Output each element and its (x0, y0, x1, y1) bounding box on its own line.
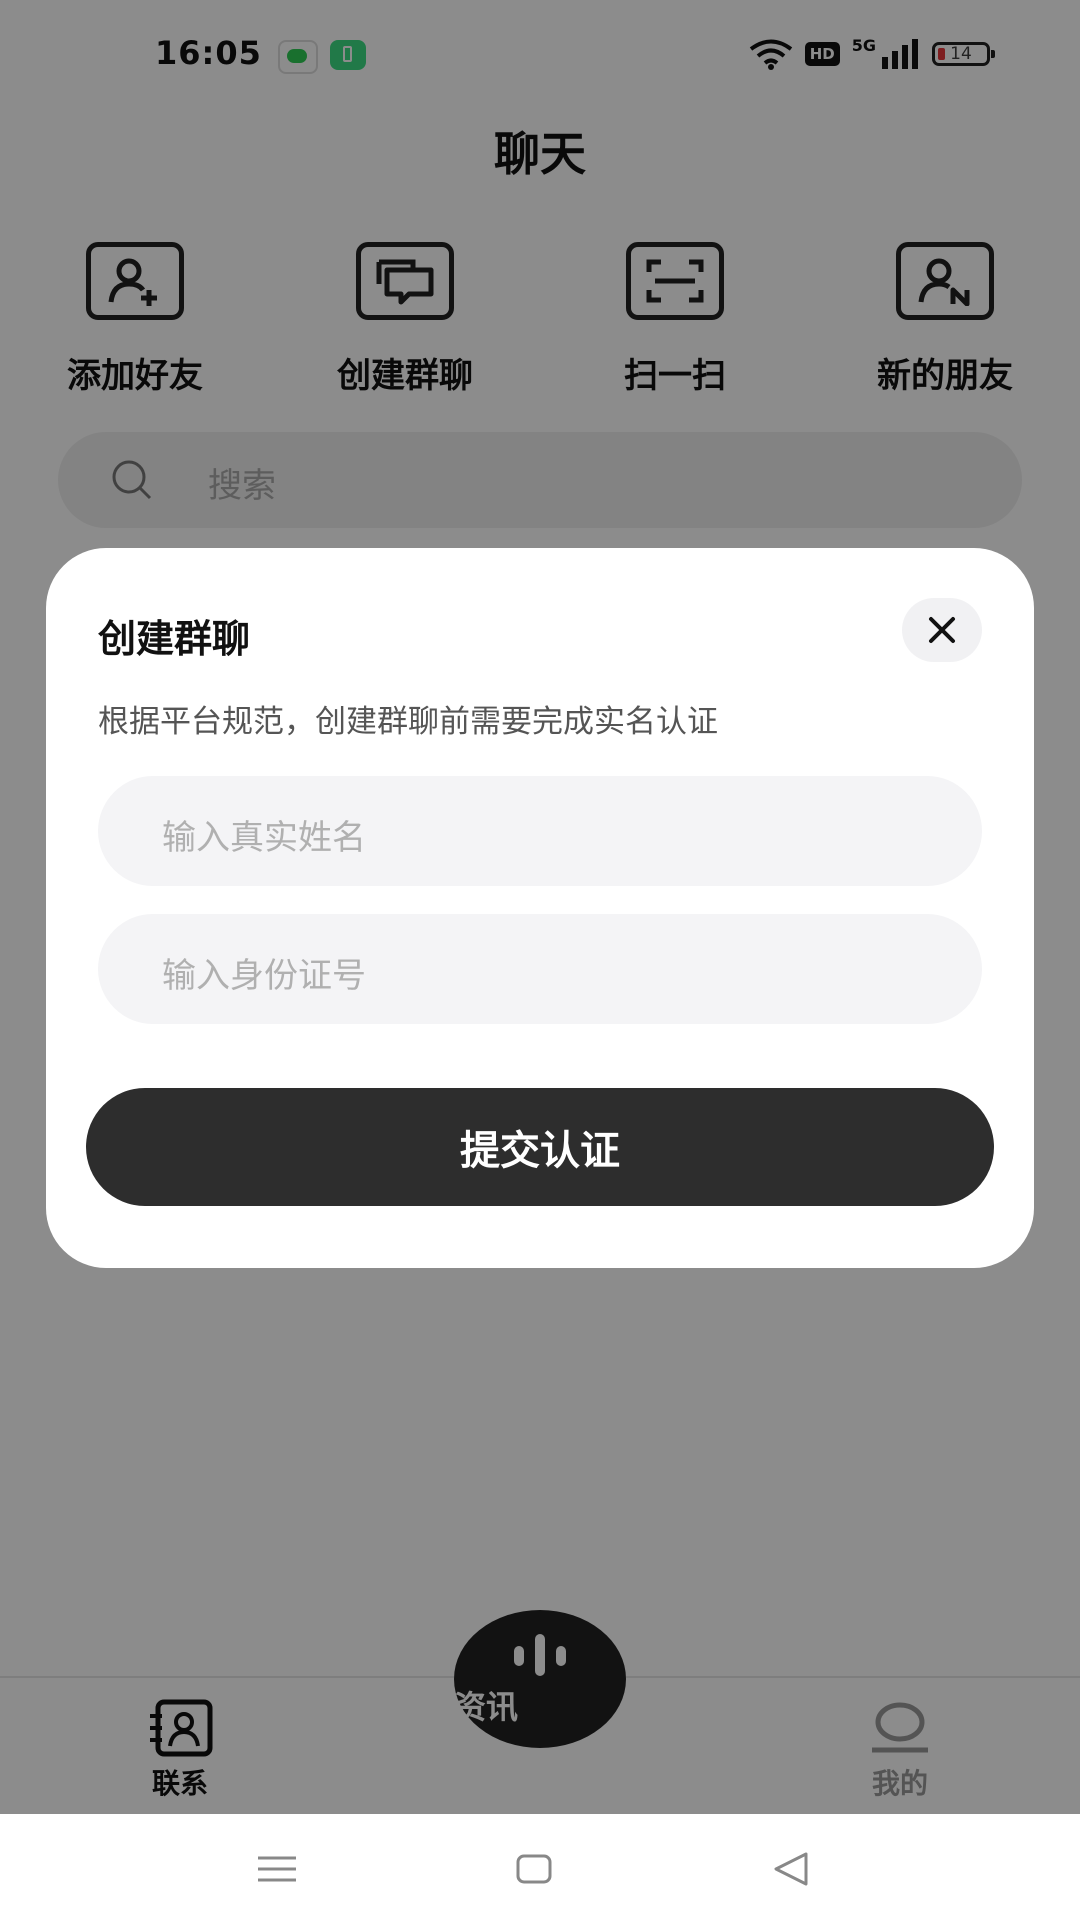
back-icon[interactable] (766, 1844, 816, 1894)
home-icon[interactable] (509, 1844, 559, 1894)
chat-screen: 16:05 HD 5G 14 聊天 添加好友 创建群聊 扫一扫 新的朋友 搜索 … (0, 0, 1080, 1920)
dialog-title: 创建群聊 (98, 617, 251, 661)
id-number-placeholder: 输入身份证号 (162, 956, 366, 996)
menu-icon[interactable] (252, 1844, 302, 1894)
system-nav-bar (0, 1814, 1080, 1920)
submit-verification-button[interactable]: 提交认证 (86, 1088, 994, 1206)
real-name-input[interactable]: 输入真实姓名 (98, 776, 982, 886)
dialog-description: 根据平台规范，创建群聊前需要完成实名认证 (98, 704, 718, 740)
id-number-input[interactable]: 输入身份证号 (98, 914, 982, 1024)
close-icon (929, 617, 955, 643)
close-button[interactable] (902, 598, 982, 662)
create-group-dialog: 创建群聊 根据平台规范，创建群聊前需要完成实名认证 输入真实姓名 输入身份证号 … (46, 548, 1034, 1268)
battery-level: 14 (950, 44, 972, 64)
real-name-placeholder: 输入真实姓名 (162, 818, 366, 858)
